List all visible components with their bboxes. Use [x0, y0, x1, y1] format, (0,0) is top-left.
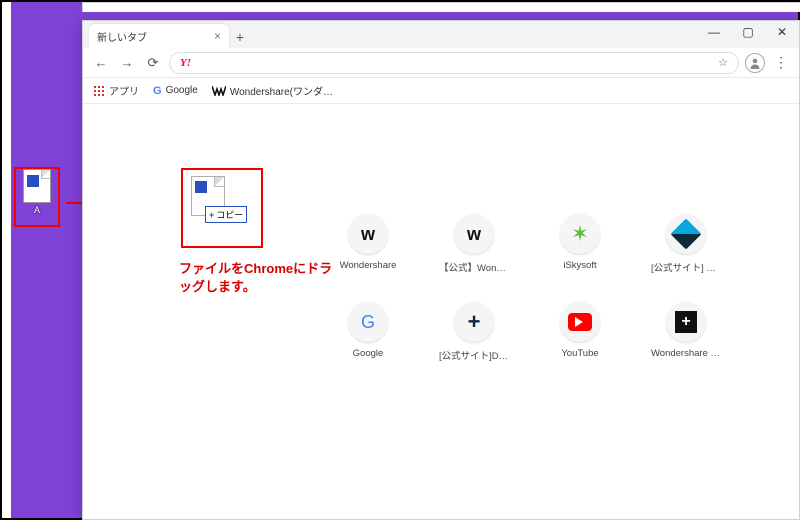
tile-label: Wondershare [333, 260, 403, 271]
speed-dial-tile[interactable]: YouTube [545, 302, 615, 362]
tile-icon [666, 214, 706, 254]
tile-icon: w [348, 214, 388, 254]
tab-active[interactable]: 新しいタブ × [89, 24, 229, 48]
window-minimize-button[interactable]: — [697, 21, 731, 43]
bookmark-google-label: Google [166, 85, 198, 96]
tile-label: Wondershare T… [651, 348, 721, 359]
address-bar: ← → ⟳ Y! ☆ ⋮ [83, 48, 799, 78]
left-white-strip [2, 2, 11, 518]
forward-button[interactable]: → [117, 53, 137, 73]
chrome-window: 新しいタブ × + — ▢ ✕ ← → ⟳ Y! ☆ ⋮ [82, 20, 800, 520]
tile-label: YouTube [545, 348, 615, 359]
back-button[interactable]: ← [91, 53, 111, 73]
search-engine-icon: Y! [180, 57, 191, 69]
window-close-button[interactable]: ✕ [765, 21, 799, 43]
tile-icon [560, 302, 600, 342]
file-name: A [34, 205, 40, 215]
bookmark-google[interactable]: G Google [153, 85, 198, 97]
apps-grid-icon [93, 85, 105, 97]
copy-label: コピー [216, 208, 243, 221]
speed-dial-tile[interactable]: G Google [333, 302, 403, 362]
bookmark-wondershare-label: Wondershare(ワンダ… [230, 83, 333, 98]
partial-window-top [82, 2, 800, 12]
plus-icon: + [209, 210, 214, 220]
file-icon [23, 169, 51, 203]
reload-button[interactable]: ⟳ [143, 53, 163, 73]
speed-dial-tile[interactable]: + Wondershare T… [651, 302, 721, 362]
desktop-file[interactable]: A [14, 167, 60, 227]
apps-shortcut[interactable]: アプリ [93, 83, 139, 98]
omnibox[interactable]: Y! ☆ [169, 52, 739, 74]
person-icon [749, 57, 761, 69]
tab-close-icon[interactable]: × [214, 29, 221, 43]
page-content: + コピー ファイルをChromeにドラッグします。 wWondersharew… [83, 104, 799, 519]
instruction-text: ファイルをChromeにドラッグします。 [179, 260, 339, 296]
tile-label: Google [333, 348, 403, 359]
tab-title: 新しいタブ [97, 29, 214, 44]
tile-icon: G [348, 302, 388, 342]
profile-avatar[interactable] [745, 53, 765, 73]
tile-label: iSkysoft [545, 260, 615, 271]
tile-icon: ✶ [560, 214, 600, 254]
tile-label: [公式サイト] デ… [651, 260, 721, 274]
apps-label: アプリ [109, 83, 139, 98]
window-maximize-button[interactable]: ▢ [731, 21, 765, 43]
speed-dial-grid: w Wondershare w 【公式】Wond… ✶ iSkysoft [公式サイト] デ… [333, 214, 723, 362]
bookmark-star-icon[interactable]: ☆ [718, 56, 728, 69]
kebab-menu-icon[interactable]: ⋮ [771, 54, 791, 71]
new-tab-button[interactable]: + [229, 26, 251, 48]
bookmarks-bar: アプリ G Google Wondershare(ワンダ… [83, 78, 799, 104]
tile-icon: + [666, 302, 706, 342]
google-g-icon: G [153, 85, 162, 97]
wondershare-icon [212, 86, 226, 96]
speed-dial-tile[interactable]: w 【公式】Wond… [439, 214, 509, 274]
copy-badge: + コピー [205, 206, 247, 223]
speed-dial-tile[interactable]: + [公式サイト]Dr… [439, 302, 509, 362]
tile-label: 【公式】Wond… [439, 260, 509, 274]
tile-icon: + [454, 302, 494, 342]
speed-dial-tile[interactable]: [公式サイト] デ… [651, 214, 721, 274]
drop-target-annotation: + コピー [181, 168, 263, 248]
titlebar: 新しいタブ × + — ▢ ✕ [83, 21, 799, 48]
tile-icon: w [454, 214, 494, 254]
speed-dial-tile[interactable]: ✶ iSkysoft [545, 214, 615, 274]
speed-dial-tile[interactable]: w Wondershare [333, 214, 403, 274]
tile-label: [公式サイト]Dr… [439, 348, 509, 362]
bookmark-wondershare[interactable]: Wondershare(ワンダ… [212, 83, 333, 98]
